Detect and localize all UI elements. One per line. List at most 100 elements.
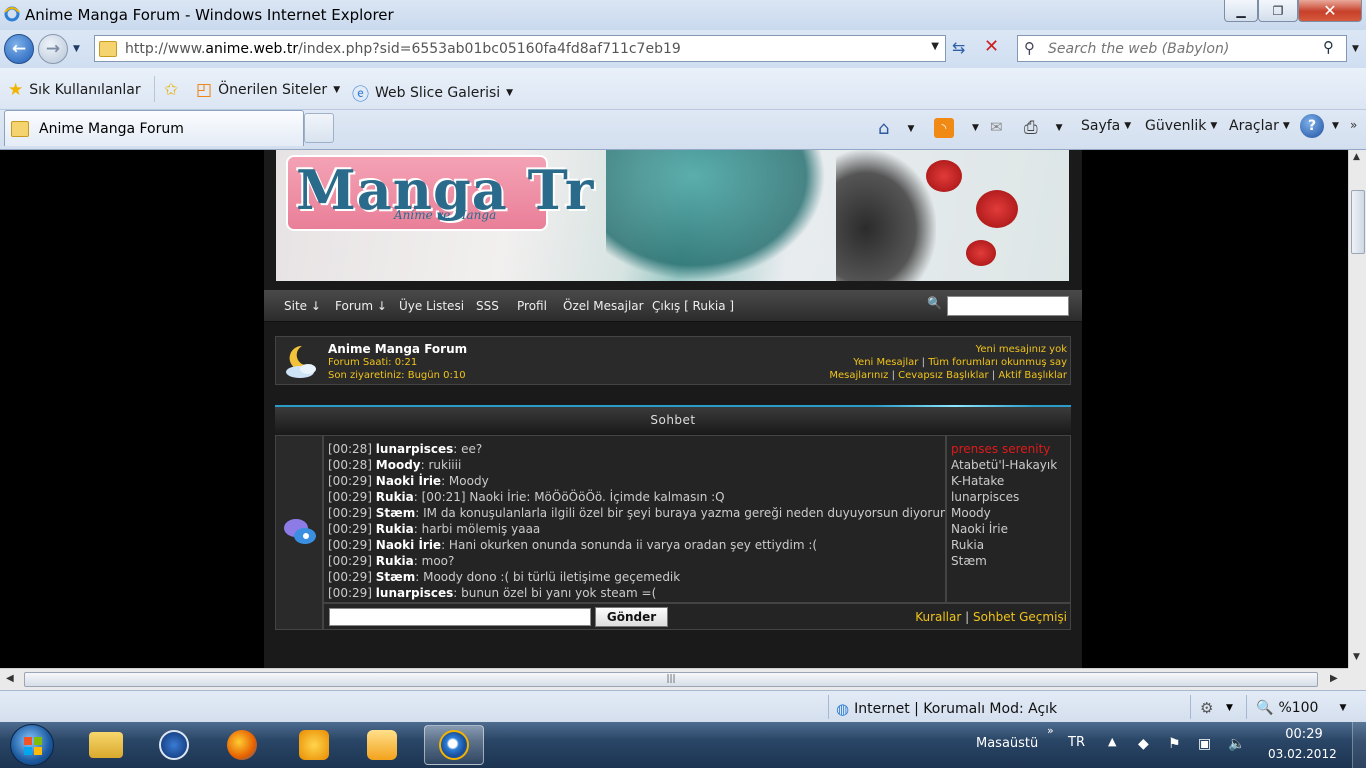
chat-message-nick[interactable]: Moody [376,458,421,472]
tools-menu[interactable]: Araçlar ▼ [1229,118,1290,134]
action-center-icon[interactable]: ⚑ [1168,736,1186,754]
online-user[interactable]: lunarpisces [951,489,1066,505]
menu-site[interactable]: Site ↓ [284,299,321,313]
chat-history-link[interactable]: Sohbet Geçmişi [973,610,1067,624]
online-user[interactable]: Moody [951,505,1066,521]
chat-message-input[interactable] [329,608,591,626]
page-menu[interactable]: Sayfa ▼ [1081,118,1131,134]
chat-rules-link[interactable]: Kurallar [915,610,961,624]
online-user[interactable]: K-Hatake [951,473,1066,489]
tray-app-icon[interactable]: ◆ [1138,736,1156,754]
horizontal-scrollbar[interactable]: ◀ ||| ▶ [0,668,1348,690]
chat-message-nick[interactable]: Naoki İrie [376,538,441,552]
zoom-level[interactable]: 🔍 %100 ▼ [1256,700,1346,716]
clock-time[interactable]: 00:29 [1284,727,1324,742]
toolbar-overflow-icon[interactable]: » [1350,118,1357,132]
online-user[interactable]: Atabetü'l-Hakayık [951,457,1066,473]
forum-banner[interactable]: Manga Tr Anime ve Manga [276,150,1069,281]
start-button[interactable] [10,724,54,766]
feeds-button[interactable]: ◝ ▼ [934,118,979,138]
menu-private-messages[interactable]: Özel Mesajlar [563,299,644,313]
desktop-toolbar[interactable]: Masaüstü [976,736,1038,751]
search-box[interactable]: ⚲ ⚲ [1017,35,1347,62]
help-button[interactable]: ? ▼ [1300,114,1339,138]
toolbar-overflow-icon[interactable]: » [1047,724,1054,737]
menu-forum[interactable]: Forum ↓ [335,299,387,313]
chat-message-nick[interactable]: lunarpisces [376,586,453,600]
menu-logout[interactable]: Çıkış [ Rukia ] [652,299,734,313]
chat-message-nick[interactable]: lunarpisces [376,442,453,456]
maximize-button[interactable]: ❐ [1258,0,1298,22]
search-options-dropdown-icon[interactable]: ▼ [1352,44,1359,54]
taskbar-media-player[interactable] [352,725,412,765]
volume-icon[interactable]: 🔈 [1228,736,1246,754]
vertical-scroll-thumb[interactable] [1351,190,1365,254]
show-hidden-icons-icon[interactable]: ▲ [1108,735,1116,748]
security-zone[interactable]: ◍ Internet | Korumalı Mod: Açık [836,700,1057,718]
chat-message-nick[interactable]: Rukia [376,554,414,568]
read-mail-button[interactable]: ✉ [990,118,1003,136]
menu-member-list[interactable]: Üye Listesi [399,299,464,313]
taskbar-hp[interactable] [144,725,204,765]
web-slice-gallery-button[interactable]: ⓔ Web Slice Galerisi ▼ [352,80,513,106]
popup-blocker-icon[interactable]: ⚙ [1200,699,1213,717]
scroll-left-icon[interactable]: ◀ [6,673,14,684]
forward-button[interactable]: → [38,34,68,64]
language-indicator[interactable]: TR [1068,735,1085,750]
network-icon[interactable]: ▣ [1198,736,1216,754]
mark-all-read-link[interactable]: Tüm forumları okunmuş say [928,357,1067,368]
address-bar[interactable]: http://www.anime.web.tr/index.php?sid=65… [94,35,946,62]
address-url[interactable]: http://www.anime.web.tr/index.php?sid=65… [125,41,681,57]
your-posts-link[interactable]: Mesajlarınız [829,370,888,381]
close-button[interactable]: ✕ [1298,0,1362,22]
chat-message: [00:29] Naoki İrie: Moody [328,473,941,489]
suggested-sites-button[interactable]: ◰ Önerilen Siteler ▼ [196,80,340,100]
stop-icon[interactable]: ✕ [984,36,999,57]
mail-icon: ✉ [990,118,1003,136]
recent-pages-dropdown-icon[interactable]: ▼ [73,44,80,54]
forum-search-input[interactable] [947,296,1069,316]
scroll-down-icon[interactable]: ▼ [1353,652,1360,662]
online-user[interactable]: Rukia [951,537,1066,553]
tab-anime-manga-forum[interactable]: Anime Manga Forum [4,110,304,146]
no-new-pm-link[interactable]: Yeni mesajınız yok [976,344,1067,355]
clock-date[interactable]: 03.02.2012 [1268,747,1337,761]
online-user[interactable]: Stæm [951,553,1066,569]
refresh-icon[interactable]: ⇆ [952,38,965,57]
minimize-button[interactable]: ▁ [1224,0,1258,22]
menu-profile[interactable]: Profil [517,299,547,313]
chat-message-nick[interactable]: Naoki İrie [376,474,441,488]
scroll-right-icon[interactable]: ▶ [1330,673,1338,684]
home-button[interactable]: ⌂ ▼ [878,118,914,139]
menu-faq[interactable]: SSS [476,299,499,313]
vertical-scrollbar[interactable]: ▲ ▼ [1348,150,1366,668]
favorites-button[interactable]: ★ Sık Kullanılanlar [8,80,141,100]
send-button[interactable]: Gönder [595,607,668,627]
taskbar-app[interactable] [284,725,344,765]
back-button[interactable]: ← [4,34,34,64]
active-topics-link[interactable]: Aktif Başlıklar [998,370,1067,381]
taskbar-firefox[interactable] [212,725,272,765]
horizontal-scroll-thumb[interactable]: ||| [24,672,1318,687]
chevron-down-icon[interactable]: ▼ [1226,703,1233,713]
chat-message-nick[interactable]: Stæm [376,506,415,520]
new-posts-link[interactable]: Yeni Mesajlar [853,357,918,368]
add-favorite-button[interactable]: ✩ [164,80,178,100]
new-tab-button[interactable] [304,113,334,143]
taskbar-explorer[interactable] [76,725,136,765]
security-menu[interactable]: Güvenlik ▼ [1145,118,1217,134]
search-go-icon[interactable]: ⚲ [1323,38,1334,56]
show-desktop-button[interactable] [1352,722,1366,768]
scroll-up-icon[interactable]: ▲ [1353,152,1360,162]
taskbar-internet-explorer[interactable] [424,725,484,765]
online-user[interactable]: Naoki İrie [951,521,1066,537]
chat-message-nick[interactable]: Rukia [376,490,414,504]
address-dropdown-icon[interactable]: ▼ [931,41,939,52]
chat-message-nick[interactable]: Stæm [376,570,415,584]
unanswered-topics-link[interactable]: Cevapsız Başlıklar [898,370,989,381]
chat-header-title: Sohbet [650,413,696,427]
search-input[interactable] [1048,39,1318,58]
print-button[interactable]: ⎙ ▼ [1024,118,1063,138]
online-user[interactable]: prenses serenity [951,441,1066,457]
chat-message-nick[interactable]: Rukia [376,522,414,536]
